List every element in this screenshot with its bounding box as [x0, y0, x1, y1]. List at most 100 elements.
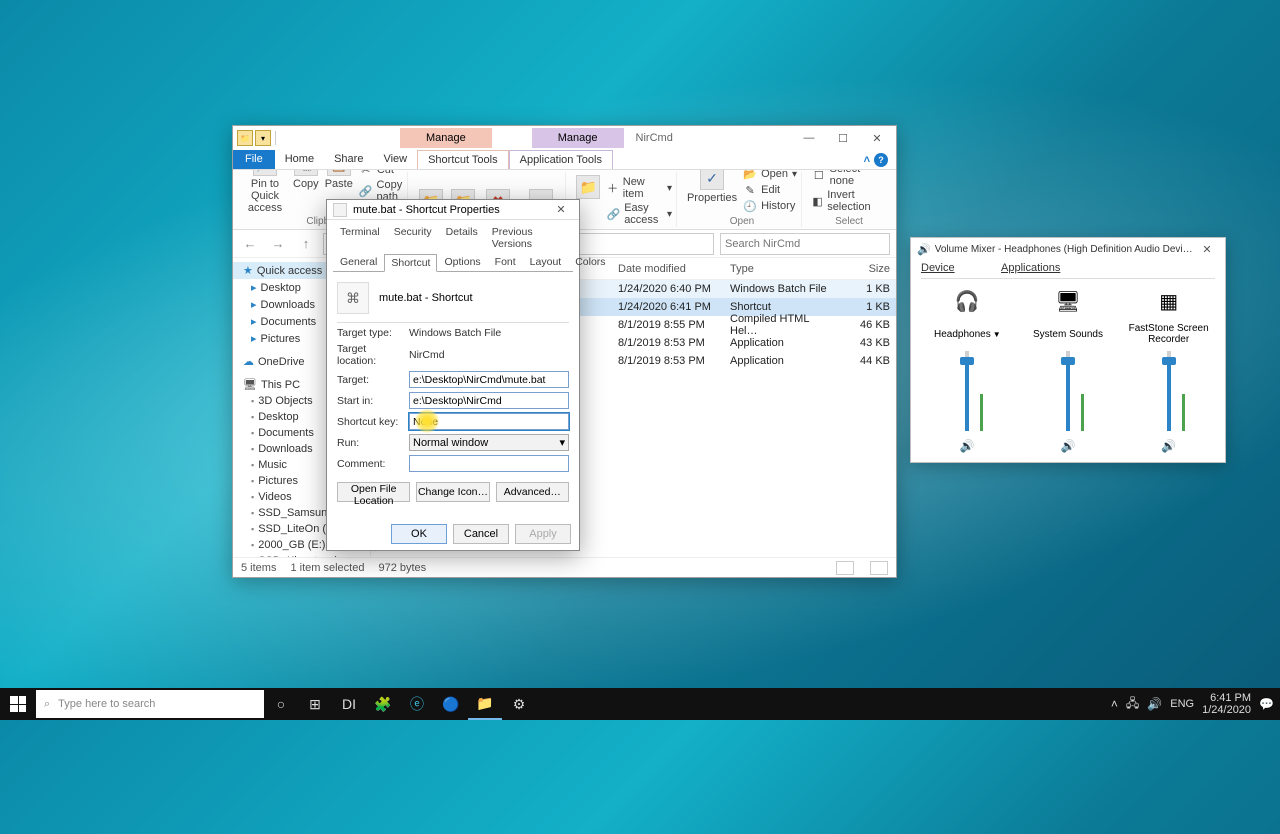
mute-button[interactable]: 🔊 — [1061, 439, 1076, 453]
tray-language[interactable]: ENG — [1170, 698, 1194, 710]
dialog-close-button[interactable]: ✕ — [549, 203, 573, 216]
view-icons-button[interactable] — [870, 561, 888, 575]
app-icon-1[interactable]: DI — [332, 688, 366, 720]
start-in-input[interactable] — [409, 392, 569, 409]
tab-home[interactable]: Home — [275, 150, 324, 169]
tray-volume-icon[interactable]: 🔊 — [1147, 697, 1162, 711]
shortcut-properties-dialog: mute.bat - Shortcut Properties ✕ Termina… — [326, 199, 580, 551]
cancel-button[interactable]: Cancel — [453, 524, 509, 544]
edge-icon[interactable]: ⓔ — [400, 688, 434, 720]
target-input[interactable] — [409, 371, 569, 388]
context-tab-shortcut-tools[interactable]: Manage — [400, 128, 492, 148]
minimize-button[interactable]: ― — [792, 127, 826, 149]
status-bar: 5 items 1 item selected 972 bytes — [233, 557, 896, 577]
props-tab[interactable]: Layout — [523, 253, 569, 271]
tray-clock[interactable]: 6:41 PM1/24/2020 — [1202, 692, 1251, 716]
help-icon[interactable]: ? — [874, 153, 888, 167]
props-tab[interactable]: Terminal — [333, 223, 387, 253]
file-name-label: mute.bat - Shortcut — [379, 292, 473, 304]
pin-button[interactable]: 📌Pin to Quick access — [243, 170, 287, 214]
start-button[interactable] — [0, 688, 36, 720]
context-tab-app-tools[interactable]: Manage — [532, 128, 624, 148]
app-icon-3[interactable]: ⚙ — [502, 688, 536, 720]
new-item-button[interactable]: ＋New item ▾ — [606, 175, 671, 201]
column-size[interactable]: Size — [836, 263, 896, 275]
tab-file[interactable]: File — [233, 150, 275, 169]
props-tab[interactable]: General — [333, 253, 384, 271]
taskbar-search[interactable]: ⌕Type here to search — [36, 690, 264, 718]
dialog-titlebar[interactable]: mute.bat - Shortcut Properties ✕ — [327, 200, 579, 220]
easy-access-button[interactable]: 🔗Easy access ▾ — [606, 201, 671, 227]
props-tab[interactable]: Details — [439, 223, 485, 253]
ok-button[interactable]: OK — [391, 524, 447, 544]
edit-button[interactable]: ✎Edit — [743, 182, 797, 198]
shortcut-icon — [333, 203, 347, 217]
maximize-button[interactable]: ☐ — [826, 127, 860, 149]
volume-slider[interactable] — [1058, 351, 1078, 431]
open-file-location-button[interactable]: Open File Location — [337, 482, 410, 502]
volume-titlebar[interactable]: 🔊 Volume Mixer - Headphones (High Defini… — [911, 238, 1225, 260]
properties-button[interactable]: ✓Properties — [687, 170, 737, 214]
search-input[interactable] — [720, 233, 890, 255]
copy-button[interactable]: ⎘Copy — [293, 170, 319, 214]
qat-icon[interactable]: ▾ — [255, 130, 271, 146]
window-title: NirCmd — [636, 132, 673, 144]
props-tab[interactable]: Colors — [568, 253, 612, 271]
channel-icon[interactable]: ▦ — [1153, 285, 1185, 317]
ribbon-expand-icon[interactable]: ˄ — [864, 154, 870, 166]
tab-share[interactable]: Share — [324, 150, 373, 169]
invert-selection-button[interactable]: ◧Invert selection — [812, 188, 886, 214]
advanced-button[interactable]: Advanced… — [496, 482, 569, 502]
props-tab[interactable]: Options — [437, 253, 487, 271]
device-header: Device — [921, 262, 955, 274]
status-size: 972 bytes — [378, 562, 426, 574]
dialog-title: mute.bat - Shortcut Properties — [353, 204, 500, 216]
channel-icon[interactable]: 🎧 — [951, 285, 983, 317]
props-tab[interactable]: Font — [488, 253, 523, 271]
column-date[interactable]: Date modified — [612, 263, 724, 275]
cortana-icon[interactable]: ○ — [264, 688, 298, 720]
mute-button[interactable]: 🔊 — [960, 439, 975, 453]
nav-back-button[interactable]: ← — [239, 233, 261, 255]
task-view-icon[interactable]: ⊞ — [298, 688, 332, 720]
props-tab[interactable]: Shortcut — [384, 254, 437, 272]
comment-input[interactable] — [409, 455, 569, 472]
column-type[interactable]: Type — [724, 263, 836, 275]
mute-button[interactable]: 🔊 — [1161, 439, 1176, 453]
target-type-value: Windows Batch File — [409, 327, 569, 339]
props-tab[interactable]: Previous Versions — [485, 223, 573, 253]
nav-item[interactable]: ▪ SSD_Kingston (… — [233, 553, 370, 557]
shortcut-key-input[interactable] — [409, 413, 569, 430]
action-center-icon[interactable]: 💬 — [1259, 697, 1274, 711]
channel-name[interactable]: Headphones▼ — [934, 321, 1001, 347]
open-button[interactable]: 📂Open ▾ — [743, 170, 797, 182]
explorer-taskbar-icon[interactable]: 📁 — [468, 688, 502, 720]
new-folder-button[interactable]: 📁 — [576, 175, 600, 227]
tray-chevron-icon[interactable]: ˄ — [1111, 697, 1118, 711]
app-icon-2[interactable]: 🧩 — [366, 688, 400, 720]
volume-close-button[interactable]: ✕ — [1195, 243, 1219, 256]
view-details-button[interactable] — [836, 561, 854, 575]
volume-slider[interactable] — [957, 351, 977, 431]
change-icon-button[interactable]: Change Icon… — [416, 482, 489, 502]
tab-shortcut-tools[interactable]: Shortcut Tools — [417, 150, 509, 169]
volume-channel: 🖥System Sounds🔊 — [1023, 285, 1113, 453]
tray-network-icon[interactable]: 🖧 — [1126, 694, 1139, 715]
cut-button[interactable]: ✂Cut — [359, 170, 403, 178]
run-select[interactable]: Normal window▾ — [409, 434, 569, 451]
history-button[interactable]: 🕘History — [743, 198, 797, 214]
props-tab[interactable]: Security — [387, 223, 439, 253]
nav-forward-button[interactable]: → — [267, 233, 289, 255]
tab-app-tools[interactable]: Application Tools — [509, 150, 613, 169]
close-button[interactable]: ✕ — [860, 127, 894, 149]
volume-mixer-window: 🔊 Volume Mixer - Headphones (High Defini… — [910, 237, 1226, 463]
volume-channel: ▦FastStone Screen Recorder🔊 — [1124, 285, 1214, 453]
volume-slider[interactable] — [1159, 351, 1179, 431]
tab-view[interactable]: View — [373, 150, 417, 169]
select-none-button[interactable]: ☐Select none — [812, 170, 886, 188]
nav-up-button[interactable]: ↑ — [295, 233, 317, 255]
apply-button[interactable]: Apply — [515, 524, 571, 544]
chrome-icon[interactable]: 🔵 — [434, 688, 468, 720]
explorer-titlebar[interactable]: 📁 ▾ Manage Manage NirCmd ― ☐ ✕ — [233, 126, 896, 150]
channel-icon[interactable]: 🖥 — [1052, 285, 1084, 317]
